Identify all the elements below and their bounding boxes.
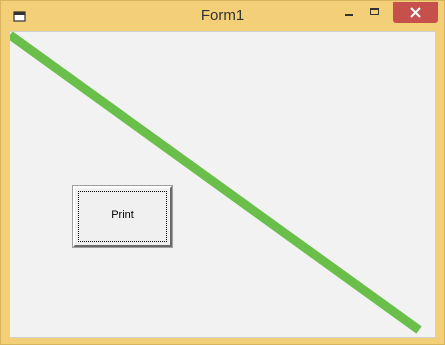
form1-window: Form1 Print bbox=[0, 0, 445, 345]
maximize-button[interactable] bbox=[362, 2, 388, 23]
diagonal-green-line bbox=[10, 32, 422, 334]
minimize-icon bbox=[345, 14, 353, 16]
title-bar[interactable]: Form1 bbox=[1, 1, 444, 32]
close-icon bbox=[410, 7, 421, 18]
form-window-icon[interactable] bbox=[13, 11, 27, 23]
form-client-area: Print bbox=[9, 31, 436, 338]
print-button[interactable]: Print bbox=[72, 185, 173, 248]
print-button-label: Print bbox=[111, 209, 134, 221]
maximize-icon bbox=[370, 8, 379, 15]
minimize-button[interactable] bbox=[336, 2, 362, 23]
close-button[interactable] bbox=[393, 2, 438, 23]
